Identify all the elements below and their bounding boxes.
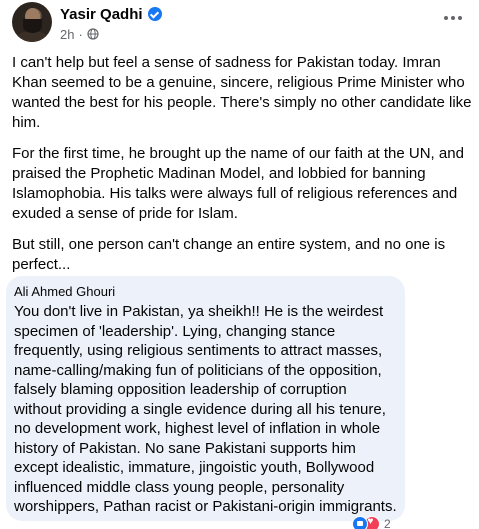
comment-text: You don't live in Pakistan, ya sheikh!! … — [14, 303, 397, 515]
comment-reactions[interactable]: 2 — [352, 516, 391, 529]
post-paragraph: But still, one person can't change an en… — [12, 236, 446, 273]
post-meta: 2h · — [60, 26, 99, 42]
facebook-post: Yasir Qadhi 2h · I can't help but feel a… — [0, 0, 479, 529]
meta-separator: · — [78, 26, 83, 42]
globe-icon — [87, 28, 99, 40]
post-header: Yasir Qadhi 2h · — [12, 2, 467, 46]
reaction-count: 2 — [384, 517, 391, 529]
author-row: Yasir Qadhi — [60, 4, 162, 24]
post-paragraph: I can't help but feel a sense of sadness… — [12, 54, 472, 131]
comment-bubble: Ali Ahmed Ghouri You don't live in Pakis… — [6, 276, 405, 521]
comment-author[interactable]: Ali Ahmed Ghouri — [14, 284, 397, 300]
post-time[interactable]: 2h — [60, 27, 74, 42]
author-name[interactable]: Yasir Qadhi — [60, 6, 143, 23]
like-icon — [352, 516, 368, 529]
post-paragraph: For the first time, he brought up the na… — [12, 145, 464, 222]
author-avatar[interactable] — [12, 2, 52, 42]
more-options-icon[interactable] — [439, 8, 467, 28]
post-body: I can't help but feel a sense of sadness… — [12, 53, 472, 286]
verified-badge-icon — [147, 7, 162, 21]
